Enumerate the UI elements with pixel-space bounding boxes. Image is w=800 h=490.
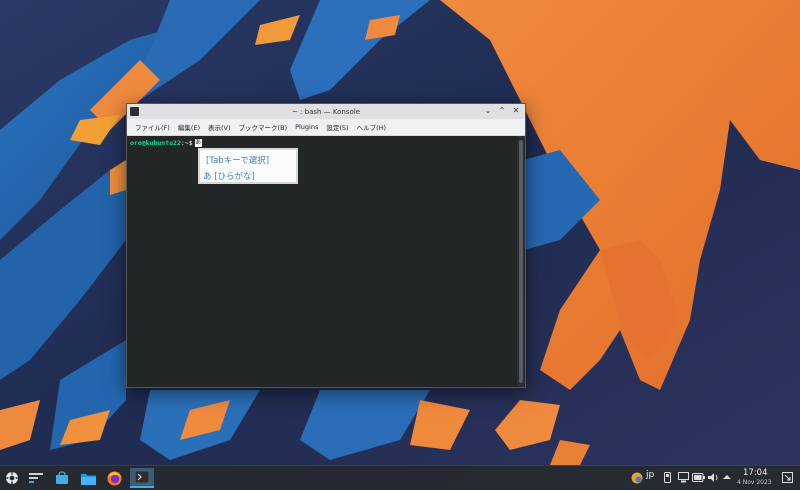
menu-file[interactable]: ファイル(F) <box>131 122 174 132</box>
chevron-up-icon[interactable]: ⌃ <box>497 106 507 116</box>
ime-mode: あ [ひらがな] <box>203 172 255 182</box>
input-method-label[interactable]: jp <box>646 470 654 480</box>
konsole-window[interactable]: ~ : bash — Konsole ⌄ ⌃ ✕ ファイル(F) 編集(E) 表… <box>126 103 526 388</box>
prompt-line: oro@kubuntu22:~$ あ <box>130 139 202 147</box>
chevron-down-icon[interactable]: ⌄ <box>483 106 493 116</box>
konsole-icon[interactable] <box>130 107 139 116</box>
firefox-icon[interactable] <box>104 468 124 488</box>
app-launcher-icon[interactable] <box>2 468 22 488</box>
window-title: ~ : bash — Konsole <box>291 107 361 116</box>
device-icon[interactable] <box>664 472 671 486</box>
input-method-tray-icon[interactable] <box>631 472 643 487</box>
store-icon[interactable] <box>52 468 72 488</box>
menu-help[interactable]: ヘルプ(H) <box>353 122 390 132</box>
prompt-symbol: :~$ <box>180 139 193 147</box>
konsole-task-button[interactable] <box>130 468 154 488</box>
taskbar: jp 17:04 4 Nov 2023 <box>0 465 800 490</box>
menu-bookmarks[interactable]: ブックマーク(B) <box>235 122 292 132</box>
expand-tray-icon[interactable] <box>723 473 731 483</box>
clock-time[interactable]: 17:04 <box>743 468 768 478</box>
terminal-cursor: あ <box>194 139 202 147</box>
menu-edit[interactable]: 編集(E) <box>174 122 204 132</box>
files-icon[interactable] <box>78 468 98 488</box>
menu-view[interactable]: 表示(V) <box>204 122 235 132</box>
volume-icon[interactable] <box>708 472 719 486</box>
desktop-pager-icon[interactable] <box>26 468 46 488</box>
menu-plugins[interactable]: Plugins <box>291 123 322 131</box>
prompt-user: oro@kubuntu22 <box>130 139 181 147</box>
menu-settings[interactable]: 設定(S) <box>322 122 352 132</box>
ime-popup: [Tabキーで選択] あ [ひらがな] <box>198 148 298 184</box>
window-titlebar[interactable]: ~ : bash — Konsole ⌄ ⌃ ✕ <box>127 104 525 119</box>
network-icon[interactable] <box>678 472 689 486</box>
ime-hint: [Tabキーで選択] <box>206 156 270 166</box>
terminal-scrollbar[interactable] <box>517 136 525 387</box>
menu-bar: ファイル(F) 編集(E) 表示(V) ブックマーク(B) Plugins 設定… <box>127 119 525 136</box>
close-icon[interactable]: ✕ <box>511 106 521 116</box>
show-desktop-icon[interactable] <box>782 472 793 486</box>
battery-icon[interactable] <box>692 473 705 485</box>
clock-date[interactable]: 4 Nov 2023 <box>737 479 772 486</box>
terminal-area[interactable]: oro@kubuntu22:~$ あ <box>127 136 517 387</box>
scrollbar-thumb[interactable] <box>519 140 523 383</box>
